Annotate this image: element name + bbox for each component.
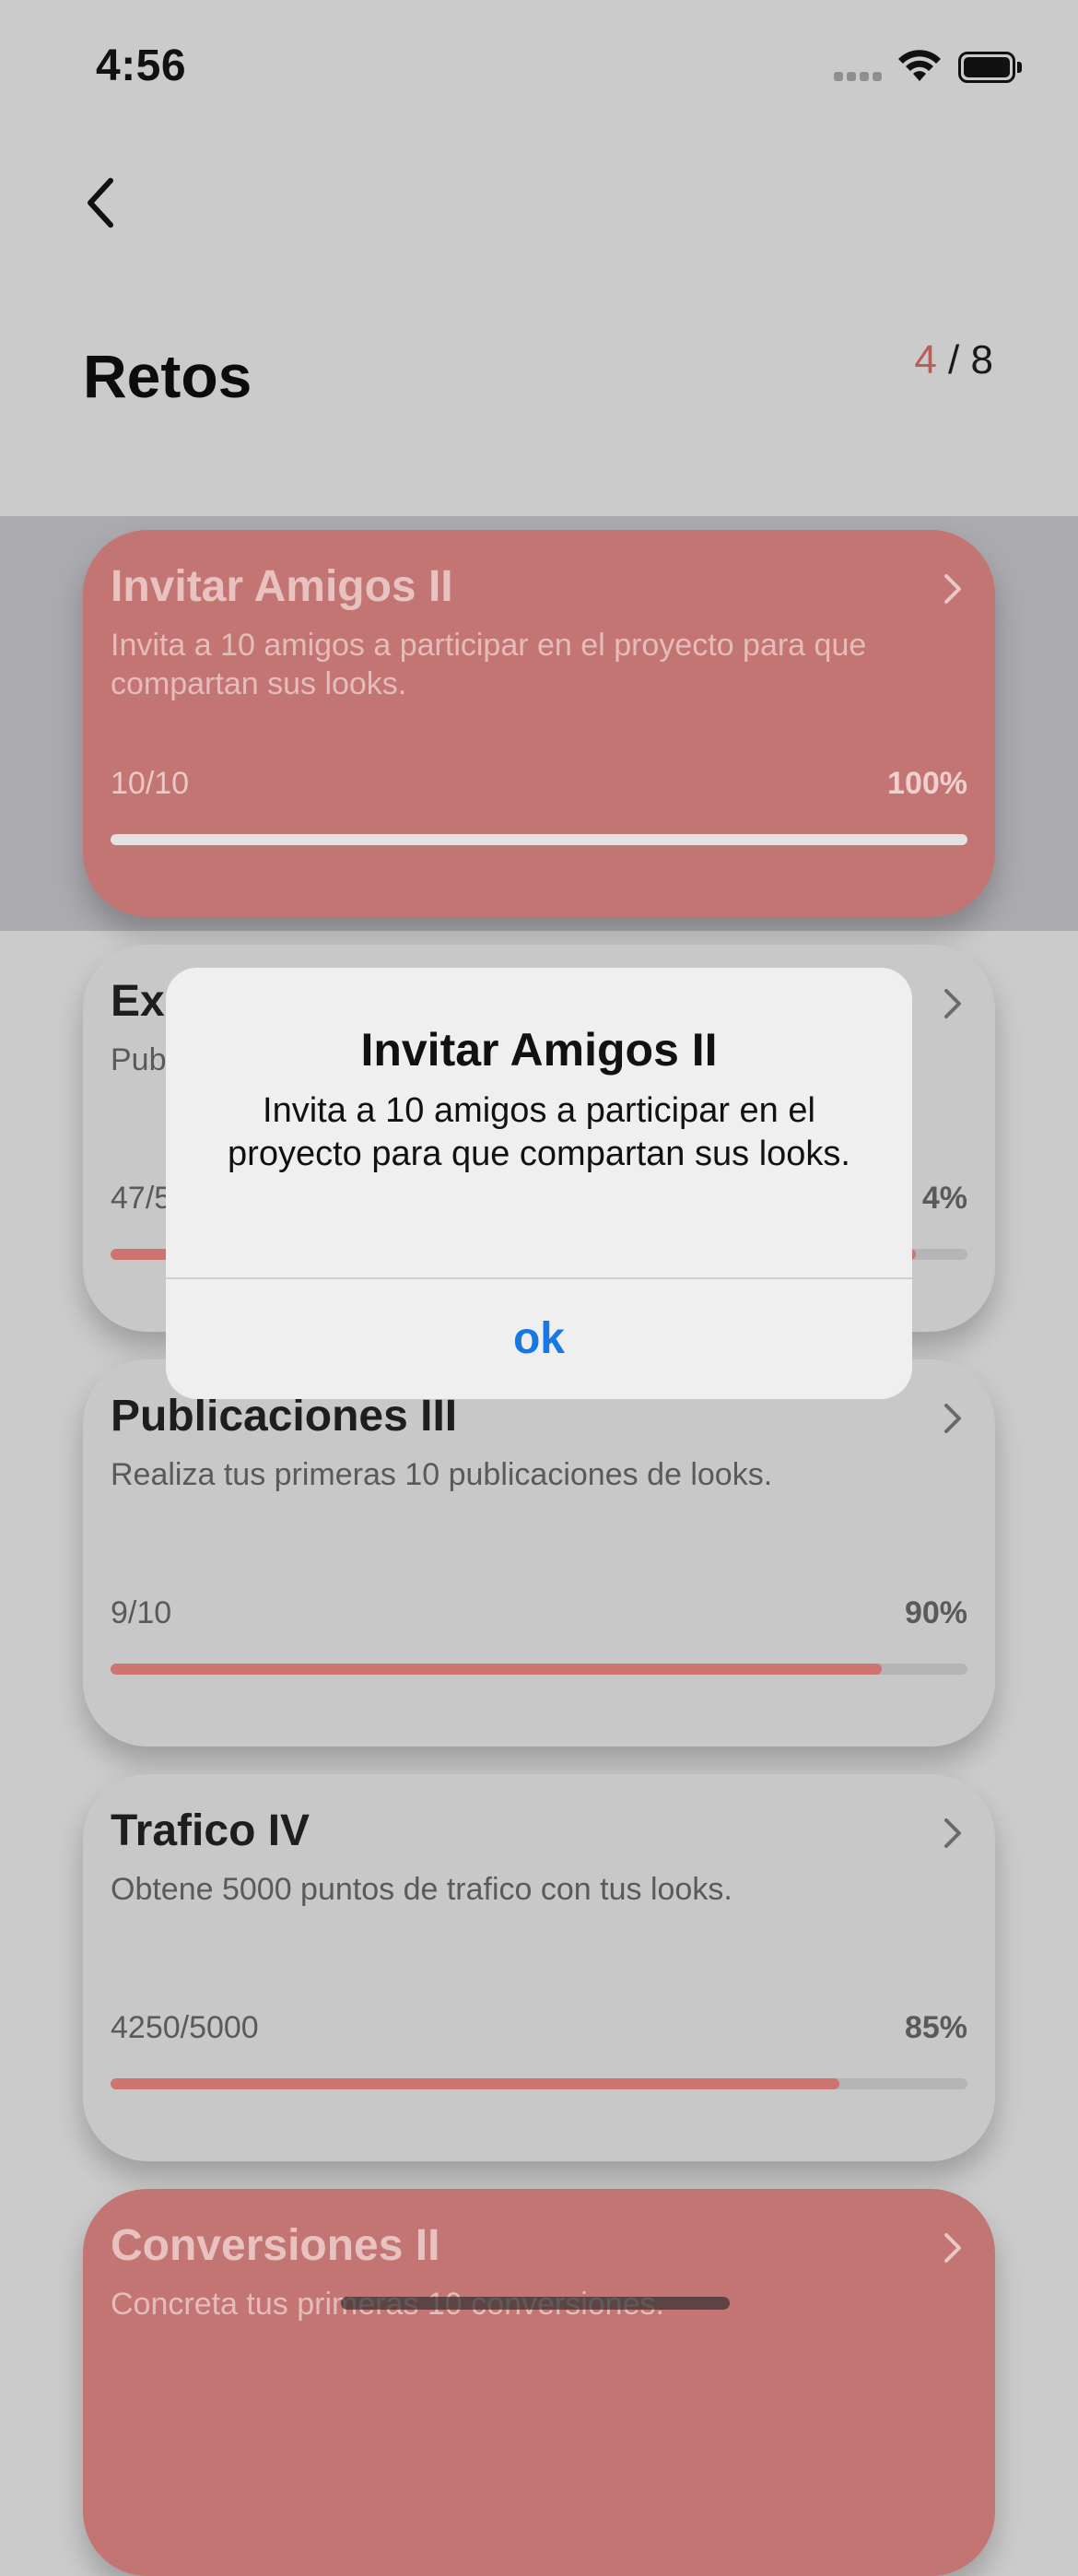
alert-title: Invitar Amigos II (360, 1024, 718, 1076)
wifi-icon (898, 50, 941, 81)
alert-ok-button[interactable]: ok (166, 1279, 912, 1399)
progress-fill (111, 2078, 839, 2089)
card-percent: 4% (921, 1181, 967, 1216)
chevron-right-icon (944, 2233, 961, 2263)
card-progress: 9/10 (111, 1595, 172, 1630)
challenge-card-conversiones[interactable]: Conversiones II Concreta tus primeras 10… (83, 2189, 995, 2576)
progress-bar (111, 1664, 967, 1675)
counter-separator: / (948, 337, 960, 382)
card-title: Conversiones II (111, 2221, 440, 2270)
challenge-card-invitar-amigos[interactable]: Invitar Amigos II Invita a 10 amigos a p… (83, 530, 995, 917)
counter-current: 4 (914, 337, 937, 382)
card-progress: 4250/5000 (111, 2010, 259, 2045)
chevron-right-icon (944, 1818, 961, 1848)
page-title: Retos (83, 342, 252, 410)
card-percent: 85% (904, 2010, 967, 2045)
chevron-right-icon (944, 1404, 961, 1433)
alert-dialog: Invitar Amigos II Invita a 10 amigos a p… (166, 968, 912, 1399)
card-title: Invitar Amigos II (111, 562, 453, 611)
card-percent: 90% (904, 1595, 967, 1630)
chevron-right-icon (944, 989, 961, 1018)
progress-fill (111, 1664, 882, 1675)
card-progress: 10/10 (111, 766, 190, 801)
card-description: Invita a 10 amigos a participar en el pr… (111, 628, 867, 701)
challenge-card-trafico[interactable]: Trafico IV Obtene 5000 puntos de trafico… (83, 1774, 995, 2161)
status-time: 4:56 (96, 41, 187, 90)
status-bar: 4:56 (0, 0, 1078, 138)
alert-message: Invita a 10 amigos a participar en el pr… (228, 1091, 850, 1173)
progress-bar (111, 834, 967, 845)
progress-bar (111, 2078, 967, 2089)
chevron-right-icon (944, 574, 961, 604)
battery-icon (958, 52, 1023, 85)
progress-fill (111, 834, 967, 845)
card-description: Realiza tus primeras 10 publicaciones de… (111, 1457, 773, 1492)
card-description: Obtene 5000 puntos de trafico con tus lo… (111, 1872, 732, 1907)
challenge-counter: 4 / 8 (914, 337, 993, 383)
challenge-card-publicaciones[interactable]: Publicaciones III Realiza tus primeras 1… (83, 1359, 995, 1747)
counter-total: 8 (970, 337, 993, 382)
cellular-signal-icon (834, 72, 884, 83)
chevron-left-icon[interactable] (79, 175, 125, 230)
card-percent: 100% (887, 766, 967, 801)
card-title: Trafico IV (111, 1806, 311, 1855)
home-indicator[interactable] (341, 2297, 730, 2310)
card-progress: 47/5 (111, 1181, 172, 1216)
